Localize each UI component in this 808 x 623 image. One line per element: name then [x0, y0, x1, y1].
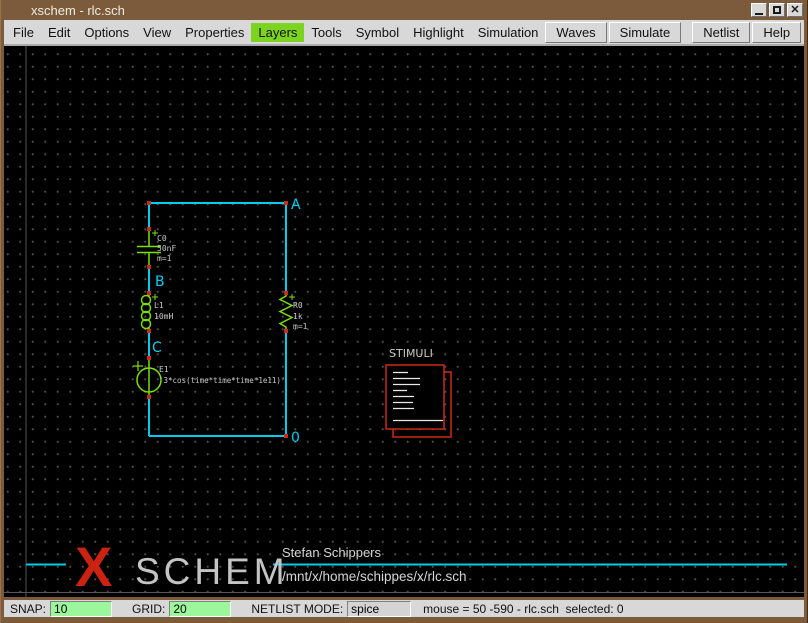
maximize-button[interactable] [769, 3, 785, 17]
r0-value: 1k [293, 312, 303, 321]
l1-value: 10mH [154, 312, 173, 321]
waves-button[interactable]: Waves [545, 22, 606, 43]
snap-label: SNAP: [10, 602, 46, 616]
xschem-window: xschem - rlc.sch ✕ File Edit Options Vie… [0, 0, 808, 623]
schematic-drawing: C0 50nF m=1 L1 10mH [4, 46, 804, 597]
node-label-a[interactable]: A [291, 197, 301, 213]
netlist-mode-input[interactable] [347, 601, 411, 617]
title-block[interactable]: X SCHEM Stefan Schippers /mnt/x/home/sch… [26, 535, 787, 597]
minimize-icon [755, 13, 763, 15]
inductor-l1[interactable]: L1 10mH [142, 293, 174, 331]
title-block-author: Stefan Schippers [282, 545, 382, 560]
c0-value: 50nF [157, 244, 176, 253]
menu-tools[interactable]: Tools [304, 23, 348, 42]
title-block-path: /mnt/x/home/schippes/x/rlc.sch [282, 569, 467, 584]
minimize-button[interactable] [751, 3, 767, 17]
e1-ref: E1 [159, 365, 169, 374]
stimuli-element[interactable]: STIMULI [386, 347, 451, 437]
capacitor-c0[interactable]: C0 50nF m=1 [137, 229, 176, 267]
menu-symbol[interactable]: Symbol [349, 23, 406, 42]
menu-view[interactable]: View [136, 23, 178, 42]
grid-input[interactable] [169, 601, 231, 617]
resistor-r0[interactable]: R0 1k m=1 [280, 293, 308, 331]
close-button[interactable]: ✕ [787, 3, 803, 17]
plus-icon [152, 294, 158, 300]
simulate-button[interactable]: Simulate [609, 22, 682, 43]
node-label-b[interactable]: B [155, 274, 165, 290]
menu-bar: File Edit Options View Properties Layers… [4, 20, 804, 46]
source-e1[interactable]: E1 '3*cos(time*time*time*1e11)' [133, 358, 285, 397]
r0-mult: m=1 [293, 322, 308, 331]
plus-icon [133, 361, 143, 371]
help-button[interactable]: Help [752, 22, 801, 43]
mouse-status-text: mouse = 50 -590 - rlc.sch selected: 0 [423, 602, 623, 616]
e1-value: '3*cos(time*time*time*1e11)' [159, 376, 285, 385]
menu-options[interactable]: Options [77, 23, 136, 42]
netlist-mode-label: NETLIST MODE: [251, 602, 343, 616]
c0-ref: C0 [157, 234, 167, 243]
menu-edit[interactable]: Edit [41, 23, 77, 42]
stimuli-label: STIMULI [389, 347, 433, 360]
node-labels: A B C 0 [152, 197, 301, 446]
xschem-logo-x: X [75, 535, 112, 597]
c0-mult: m=1 [157, 254, 172, 263]
node-label-ground[interactable]: 0 [291, 430, 300, 446]
grid-label: GRID: [132, 602, 165, 616]
menu-simulation[interactable]: Simulation [471, 23, 546, 42]
title-bar[interactable]: xschem - rlc.sch ✕ [1, 0, 807, 20]
menu-highlight[interactable]: Highlight [406, 23, 471, 42]
node-label-c[interactable]: C [152, 340, 162, 356]
window-controls: ✕ [751, 3, 803, 17]
origin-axes [4, 46, 804, 597]
netlist-button[interactable]: Netlist [692, 22, 750, 43]
schematic-canvas[interactable]: C0 50nF m=1 L1 10mH [4, 46, 804, 597]
window-title: xschem - rlc.sch [31, 3, 125, 18]
status-bar: SNAP: GRID: NETLIST MODE: mouse = 50 -59… [4, 597, 804, 617]
menu-file[interactable]: File [6, 23, 41, 42]
menu-layers[interactable]: Layers [251, 23, 304, 42]
l1-ref: L1 [154, 301, 164, 310]
xschem-logo-text: SCHEM [135, 551, 289, 592]
main-area: File Edit Options View Properties Layers… [4, 20, 804, 617]
snap-input[interactable] [50, 601, 112, 617]
maximize-icon [773, 6, 781, 14]
r0-ref: R0 [293, 301, 303, 310]
plus-icon [289, 294, 295, 300]
close-icon: ✕ [790, 5, 799, 16]
menu-properties[interactable]: Properties [178, 23, 251, 42]
